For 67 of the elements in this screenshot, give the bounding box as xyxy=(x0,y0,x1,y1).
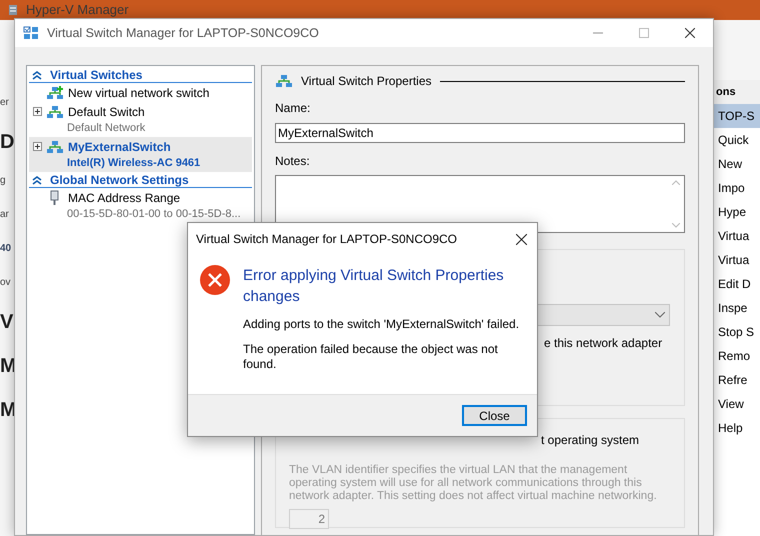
vlan-description: The VLAN identifier specifies the virtual LAN that the management operating system will use for all network communications through this network adapter. This setting does not affect virtual machine networking. xyxy=(289,464,658,503)
cut-off-text: g xyxy=(0,176,7,186)
collapse-icon[interactable] xyxy=(32,174,42,184)
close-button[interactable]: Close xyxy=(462,405,527,426)
action-item[interactable]: Virtua xyxy=(714,224,760,248)
tree-item-label: MAC Address Range xyxy=(68,190,180,206)
tree-item-label: Default Switch xyxy=(68,104,145,120)
field-label: Name: xyxy=(275,100,312,117)
dialog-title: Virtual Switch Manager for LAPTOP-S0NCO9CO xyxy=(196,231,458,248)
error-message: Adding ports to the switch 'MyExternalSwitch' failed. xyxy=(243,317,520,332)
section-title: Global Network Settings xyxy=(50,172,189,188)
window-title: Virtual Switch Manager for LAPTOP-S0NCO9CO xyxy=(47,24,320,42)
cut-off-text: V xyxy=(0,312,14,332)
tree-item[interactable]: New virtual network switch xyxy=(29,83,252,102)
cut-off-text: ov xyxy=(0,278,12,288)
expand-plus-icon[interactable] xyxy=(33,107,42,116)
vlan-id-field[interactable]: 2 xyxy=(289,509,329,529)
action-item[interactable]: Virtua xyxy=(714,248,760,272)
expand-plus-icon[interactable] xyxy=(33,142,42,151)
error-icon xyxy=(200,265,230,295)
collapse-icon[interactable] xyxy=(32,70,42,80)
option-text: e this network adapter xyxy=(544,335,662,352)
action-item[interactable]: New xyxy=(714,152,760,176)
action-item[interactable]: Edit D xyxy=(714,272,760,296)
chevron-down-icon xyxy=(655,312,665,318)
close-icon[interactable] xyxy=(516,234,527,244)
tree-item-label: MyExternalSwitch xyxy=(68,138,171,156)
cut-off-text: D xyxy=(0,132,14,152)
action-item[interactable]: Refre xyxy=(714,368,760,392)
action-item[interactable]: TOP-S xyxy=(714,104,760,128)
action-item[interactable]: Quick xyxy=(714,128,760,152)
network-add-icon xyxy=(46,86,64,100)
close-icon[interactable] xyxy=(685,28,695,38)
action-item[interactable]: Hype xyxy=(714,200,760,224)
error-heading: Error applying Virtual Switch Properties changes xyxy=(243,266,505,307)
action-item[interactable]: Inspe xyxy=(714,296,760,320)
window-title: Hyper-V Manager xyxy=(26,1,129,20)
error-message: The operation failed because the object was not found. xyxy=(243,342,499,372)
section-header[interactable]: Global Network Settings xyxy=(29,172,252,188)
action-item[interactable]: Stop S xyxy=(714,320,760,344)
pane-header: ons xyxy=(714,80,760,104)
cut-off-text: er xyxy=(0,98,10,108)
cut-off-text: 40 xyxy=(0,244,12,254)
action-item[interactable]: Remo xyxy=(714,344,760,368)
tree-item[interactable]: MAC Address Range 00-15-5D-80-01-00 to 00-15-5D-8... xyxy=(29,188,252,223)
tree-item[interactable]: Default Switch Default Network xyxy=(29,102,252,137)
network-switch-icon xyxy=(46,104,64,118)
section-title: Virtual Switch Properties xyxy=(301,73,432,90)
action-item[interactable]: Help xyxy=(714,416,760,440)
section-header[interactable]: Virtual Switches xyxy=(29,67,252,83)
app-icon xyxy=(8,4,18,16)
section-title: Virtual Switches xyxy=(50,66,142,84)
switch-manager-icon xyxy=(23,26,39,40)
tree-item[interactable]: MyExternalSwitch Intel(R) Wireless-AC 9461 xyxy=(29,137,252,172)
network-switch-icon xyxy=(46,140,64,154)
tree-item-sublabel: Intel(R) Wireless-AC 9461 xyxy=(67,156,200,171)
option-text: t operating system xyxy=(541,432,640,449)
network-plug-icon xyxy=(50,190,60,206)
tree-item-label: New virtual network switch xyxy=(68,84,210,102)
action-item[interactable]: Impo xyxy=(714,176,760,200)
cut-off-text: ar xyxy=(0,210,10,220)
name-field[interactable]: MyExternalSwitch xyxy=(275,123,685,143)
field-label: Notes: xyxy=(275,153,311,170)
action-item[interactable]: View xyxy=(714,392,760,416)
tree-item-sublabel: 00-15-5D-80-01-00 to 00-15-5D-8... xyxy=(67,207,241,222)
network-switch-icon xyxy=(275,74,293,88)
tree-item-sublabel: Default Network xyxy=(67,121,146,136)
